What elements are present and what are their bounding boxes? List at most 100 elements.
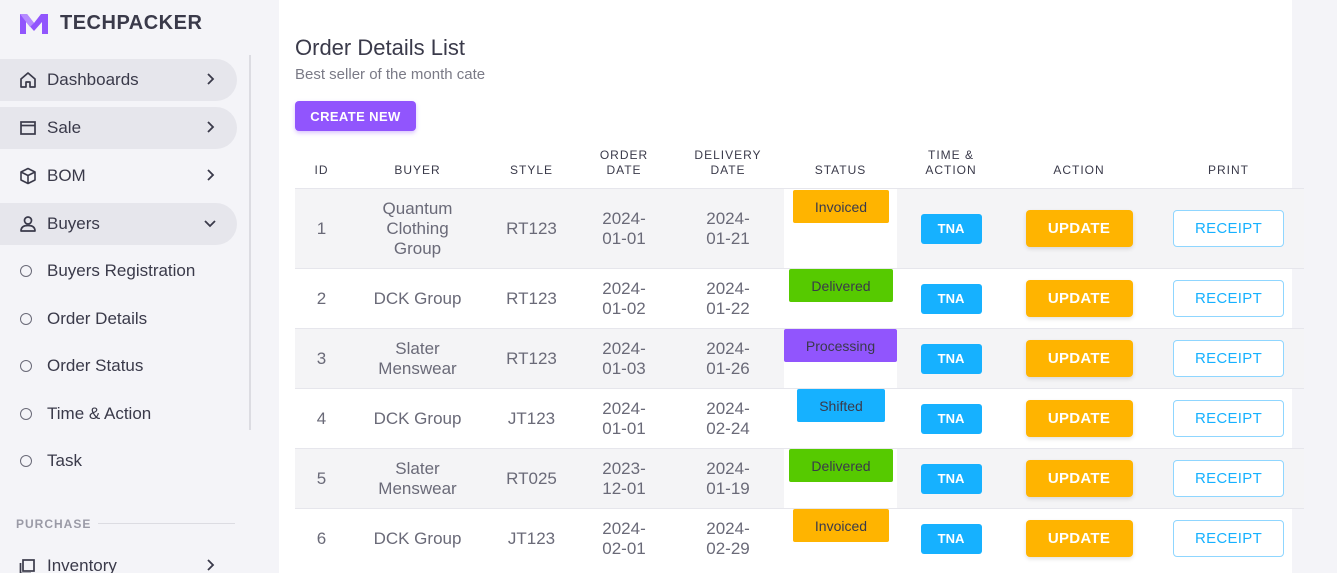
cell-order-date: 2024-01-02 [602,278,646,318]
update-button[interactable]: UPDATE [1025,280,1133,317]
cell-id: 1 [316,218,327,238]
receipt-button[interactable]: RECEIPT [1173,400,1284,437]
sidebar-item-sale[interactable]: Sale [0,107,237,149]
user-icon [18,214,38,234]
sidebar-subitem-label: Buyers Registration [47,261,196,280]
table-header: ID BUYER STYLE ORDER DATE DELIVERY DATE … [295,147,1304,188]
update-button[interactable]: UPDATE [1025,520,1133,557]
brand[interactable]: TECHPACKER [18,10,202,36]
update-button[interactable]: UPDATE [1025,400,1133,437]
create-new-button[interactable]: CREATE NEW [295,101,416,131]
inventory-icon [18,556,38,573]
cell-delivery-date: 2024-01-22 [706,278,750,318]
cell-order-date: 2024-02-01 [602,518,646,558]
tna-button[interactable]: TNA [920,463,982,494]
sidebar: TECHPACKER Dashboards Sale BOM Buyers Bu… [0,0,250,573]
chevron-right-icon [207,559,215,571]
techpacker-logo-icon [20,14,48,34]
brand-name: TECHPACKER [60,11,203,34]
chevron-right-icon [207,73,215,85]
circle-icon [20,455,32,467]
cell-buyer: DCK Group [373,288,462,308]
circle-icon [20,360,32,372]
header-id: ID [314,163,329,177]
circle-icon [20,313,32,325]
sidebar-item-buyers[interactable]: Buyers [0,203,237,245]
update-button[interactable]: UPDATE [1025,210,1133,247]
sidebar-subitem-label: Time & Action [47,404,152,423]
receipt-button[interactable]: RECEIPT [1173,340,1284,377]
cell-order-date: 2024-01-01 [602,208,646,248]
cell-style: RT123 [506,348,557,368]
cell-style: JT123 [507,408,556,428]
cell-id: 3 [316,348,327,368]
header-time-action-line2: ACTION [925,162,977,177]
tna-button[interactable]: TNA [920,213,982,244]
header-order-date-line1: ORDER [599,147,649,162]
circle-icon [20,265,32,277]
cell-delivery-date: 2024-01-26 [706,338,750,378]
sidebar-item-label: Sale [47,118,82,137]
page-subtitle: Best seller of the month cate [295,66,486,83]
sidebar-item-inventory[interactable]: Inventory [0,545,237,573]
order-details-card: Order Details List Best seller of the mo… [279,0,1304,573]
cell-delivery-date: 2024-01-19 [706,458,750,498]
cell-delivery-date: 2024-02-29 [706,518,750,558]
sidebar-subitem-order-status[interactable]: Order Status [0,346,237,386]
chevron-right-icon [207,121,215,133]
cell-id: 4 [316,408,327,428]
cube-icon [18,166,38,186]
section-divider [98,523,235,524]
sidebar-scrollbar[interactable] [249,55,251,430]
update-button[interactable]: UPDATE [1025,340,1133,377]
cell-buyer: Slater Menswear [378,458,457,498]
table-row: 1 Quantum Clothing Group RT123 2024-01-0… [295,188,1304,268]
table-row: 6 DCK Group JT123 2024-02-01 2024-02-29 … [295,508,1304,568]
receipt-button[interactable]: RECEIPT [1173,520,1284,557]
cell-order-date: 2024-01-01 [602,398,646,438]
cell-delivery-date: 2024-02-24 [706,398,750,438]
table-row: 4 DCK Group JT123 2024-01-01 2024-02-24 … [295,388,1304,448]
cell-buyer: Quantum Clothing Group [382,198,453,258]
table-row: 5 Slater Menswear RT025 2023-12-01 2024-… [295,448,1304,508]
sidebar-item-label: Buyers [47,214,100,233]
sidebar-subitem-buyers-registration[interactable]: Buyers Registration [0,251,237,291]
cell-id: 6 [316,528,327,548]
receipt-button[interactable]: RECEIPT [1173,460,1284,497]
header-delivery-date: DELIVERY DATE [672,147,784,188]
status-badge: Invoiced [793,190,889,223]
sidebar-item-bom[interactable]: BOM [0,155,237,197]
status-badge: Invoiced [793,509,889,542]
chevron-right-icon [207,169,215,181]
header-time-action-line1: TIME & [927,147,974,162]
orders-table: ID BUYER STYLE ORDER DATE DELIVERY DATE … [295,147,1304,568]
status-badge: Delivered [789,449,893,482]
status-badge: Processing [784,329,897,362]
circle-icon [20,408,32,420]
cell-order-date: 2023-12-01 [602,458,646,498]
update-button[interactable]: UPDATE [1025,460,1133,497]
tna-button[interactable]: TNA [920,283,982,314]
home-icon [18,70,38,90]
sidebar-subitem-task[interactable]: Task [0,441,237,481]
header-print: PRINT [1208,163,1249,177]
chevron-down-icon [204,220,216,228]
tna-button[interactable]: TNA [920,343,982,374]
header-delivery-date-line2: DATE [710,162,746,177]
cell-buyer: DCK Group [373,408,462,428]
status-badge: Delivered [789,269,893,302]
receipt-button[interactable]: RECEIPT [1173,210,1284,247]
header-status: STATUS [814,163,867,177]
receipt-button[interactable]: RECEIPT [1173,280,1284,317]
tna-button[interactable]: TNA [920,403,982,434]
window-icon [18,118,38,138]
header-order-date-line2: DATE [606,162,642,177]
sidebar-subitem-time-action[interactable]: Time & Action [0,394,237,434]
cell-buyer: Slater Menswear [378,338,457,378]
cell-style: RT123 [506,288,557,308]
header-buyer: BUYER [394,163,441,177]
sidebar-subitem-order-details[interactable]: Order Details [0,299,237,339]
tna-button[interactable]: TNA [920,523,982,554]
sidebar-item-dashboards[interactable]: Dashboards [0,59,237,101]
cell-style: RT025 [506,468,557,488]
